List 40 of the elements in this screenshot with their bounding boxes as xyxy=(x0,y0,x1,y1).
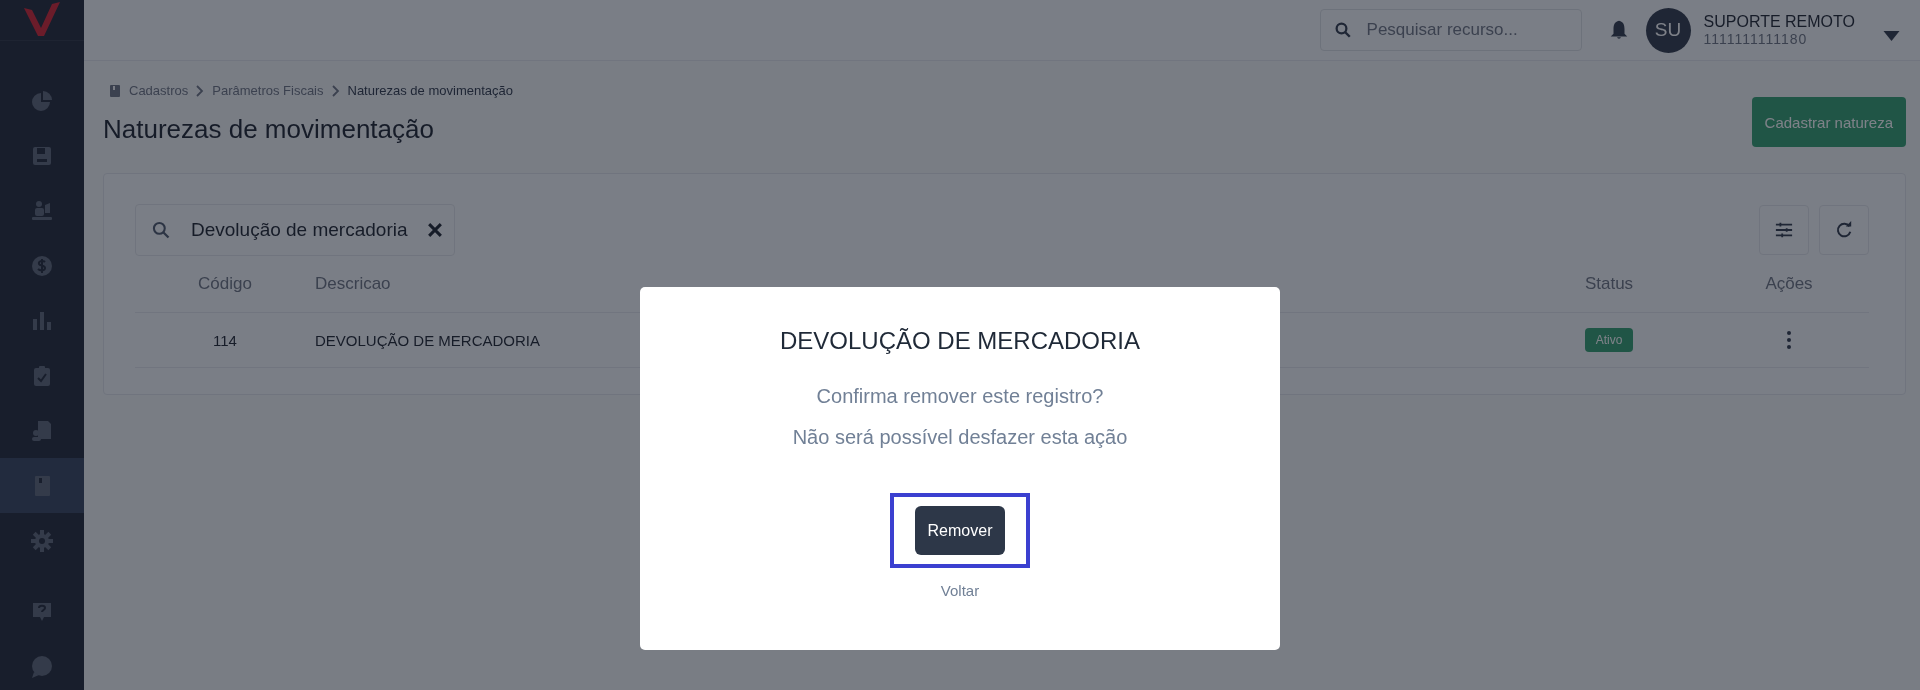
dollar-icon xyxy=(30,253,54,278)
user-id: 1111111111180 xyxy=(1703,31,1809,47)
back-link[interactable]: Voltar xyxy=(940,582,980,599)
chevron-icon xyxy=(331,84,340,97)
document-icon xyxy=(30,418,54,443)
breadcrumb-link[interactable]: Cadastros xyxy=(129,83,189,98)
column-header: Código xyxy=(198,274,252,294)
table-cell: DEVOLUÇÃO DE MERCADORIA xyxy=(315,331,541,349)
sliders-icon xyxy=(1775,222,1793,238)
dialog-message: Confirma remover este registro? xyxy=(816,385,1104,408)
pie-chart-icon xyxy=(30,88,54,113)
book-icon xyxy=(109,84,121,97)
refresh-icon xyxy=(1835,221,1853,239)
dialog-title: DEVOLUÇÃO DE MERCADORIA xyxy=(779,327,1141,355)
column-header: Status xyxy=(1584,274,1634,294)
sidebar-item[interactable] xyxy=(0,458,84,513)
caret-icon[interactable] xyxy=(1883,31,1900,41)
create-button[interactable]: Cadastrar natureza xyxy=(1751,97,1906,147)
search-field[interactable]: Pesquisar recurso... xyxy=(1319,9,1582,51)
search-icon xyxy=(151,220,171,240)
chat-icon xyxy=(30,654,54,679)
chevron-icon xyxy=(196,84,205,97)
remove-button[interactable]: Remover xyxy=(915,506,1005,555)
refresh-button[interactable] xyxy=(1819,205,1869,255)
dialog-message: Não será possível desfazer esta ação xyxy=(792,426,1128,449)
column-header: Descricao xyxy=(315,274,391,294)
column-header: Ações xyxy=(1765,274,1813,294)
person-icon xyxy=(30,198,54,223)
user-avatar[interactable]: SU xyxy=(1645,7,1691,53)
user-name: SUPORTE REMOTO xyxy=(1703,13,1855,31)
status-badge: Ativo xyxy=(1584,328,1634,352)
breadcrumb-link[interactable]: Parâmetros Fiscais xyxy=(212,83,324,98)
table-cell: 114 xyxy=(213,331,237,349)
search-icon xyxy=(1333,21,1352,39)
more-icon[interactable] xyxy=(1787,331,1791,349)
close-icon[interactable] xyxy=(427,223,442,237)
page-title: Naturezas de movimentação xyxy=(103,114,435,145)
filter-button[interactable] xyxy=(1759,205,1809,255)
settings-icon xyxy=(30,528,54,553)
filter-field[interactable]: Devolução de mercadoria xyxy=(135,204,455,256)
